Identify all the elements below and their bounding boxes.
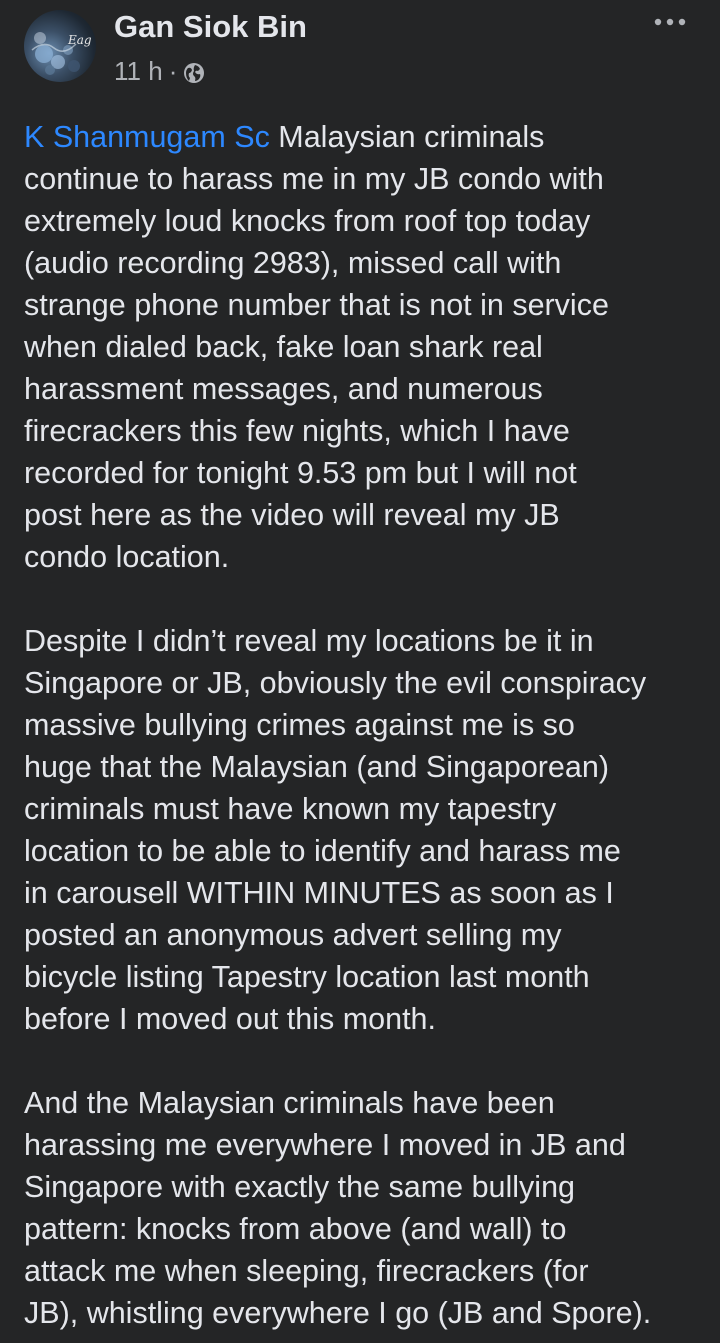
- text-line: recorded for tonight 9.53 pm but I will …: [24, 456, 577, 490]
- paragraph-2: Despite I didn’t reveal my locations be …: [24, 620, 704, 1040]
- meta-separator: ·: [168, 55, 178, 86]
- text-line: bicycle listing Tapestry location last m…: [24, 960, 590, 994]
- paragraph-1: K Shanmugam Sc Malaysian criminals conti…: [24, 116, 704, 578]
- text-line: (audio recording 2983), missed call with: [24, 246, 562, 280]
- text-line: criminals must have known my tapestry: [24, 792, 557, 826]
- text-line: Singapore or JB, obviously the evil cons…: [24, 666, 647, 700]
- text-line: harassing me everywhere I moved in JB an…: [24, 1128, 626, 1162]
- text-line: posted an anonymous advert selling my: [24, 918, 562, 952]
- text-line: continue to harass me in my JB condo wit…: [24, 162, 604, 196]
- text-line: extremely loud knocks from roof top toda…: [24, 204, 591, 238]
- post-header: Eag Gan Siok Bin 11 h ·: [0, 0, 720, 100]
- text-line: before I moved out this month.: [24, 1002, 436, 1036]
- post-time[interactable]: 11 h: [114, 56, 163, 87]
- text-line: when dialed back, fake loan shark real: [24, 330, 543, 364]
- post-meta: 11 h ·: [114, 56, 205, 86]
- text-line: strange phone number that is not in serv…: [24, 288, 609, 322]
- text-line: Malaysian criminals: [269, 120, 545, 154]
- text-line: massive bullying crimes against me is so: [24, 708, 575, 742]
- globe-icon: [183, 60, 205, 83]
- avatar-image: Eag: [31, 32, 92, 75]
- more-options-button[interactable]: [648, 4, 692, 40]
- text-line: post here as the video will reveal my JB: [24, 498, 560, 532]
- more-dots-icon: [654, 18, 686, 26]
- text-line: Singapore with exactly the same bullying: [24, 1170, 575, 1204]
- text-line: firecrackers this few nights, which I ha…: [24, 414, 570, 448]
- text-line: condo location.: [24, 540, 230, 574]
- text-line: attack me when sleeping, firecrackers (f…: [24, 1254, 589, 1288]
- text-line: Despite I didn’t reveal my locations be …: [24, 624, 594, 658]
- text-line: in carousell WITHIN MINUTES as soon as I: [24, 876, 614, 910]
- avatar[interactable]: Eag: [24, 10, 96, 82]
- text-line: JB), whistling everywhere I go (JB and S…: [24, 1296, 652, 1330]
- text-line: harassment messages, and numerous: [24, 372, 543, 406]
- mention-link[interactable]: K Shanmugam Sc: [24, 120, 270, 154]
- post-text: K Shanmugam Sc Malaysian criminals conti…: [24, 116, 704, 1334]
- avatar-logo-text: Eag: [67, 33, 92, 47]
- text-line: location to be able to identify and hara…: [24, 834, 621, 868]
- author-name[interactable]: Gan Siok Bin: [114, 9, 307, 45]
- text-line: And the Malaysian criminals have been: [24, 1086, 555, 1120]
- text-line: huge that the Malaysian (and Singaporean…: [24, 750, 609, 784]
- paragraph-3: And the Malaysian criminals have been ha…: [24, 1082, 704, 1334]
- text-line: pattern: knocks from above (and wall) to: [24, 1212, 567, 1246]
